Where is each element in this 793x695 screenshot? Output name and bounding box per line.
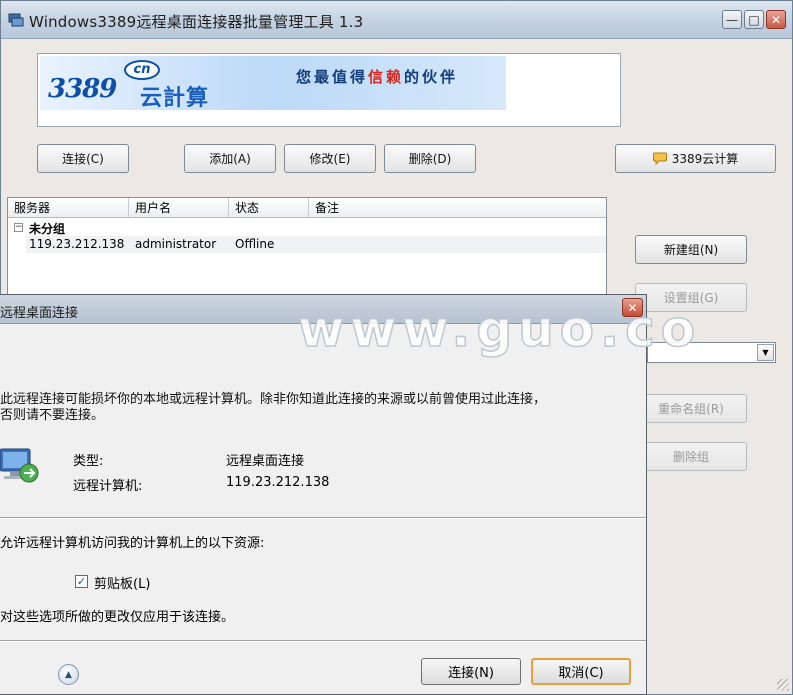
new-group-button[interactable]: 新建组(N) xyxy=(635,235,747,264)
cell-server: 119.23.212.138 xyxy=(29,237,125,251)
type-label: 类型: xyxy=(73,454,104,469)
expand-options-icon[interactable]: ▲ xyxy=(58,664,79,685)
banner-frame: 3389 cn 云計算 您最值得信赖的伙伴 xyxy=(37,53,621,127)
slogan-prefix: 您最值得 xyxy=(296,68,369,86)
add-button[interactable]: 添加(A) xyxy=(184,144,276,173)
chevron-down-icon[interactable]: ▼ xyxy=(757,344,774,361)
warning-message: 此远程连接可能损坏你的本地或远程计算机。除非你知道此连接的来源或以前曾使用过此连… xyxy=(0,392,630,424)
logo-number: 3389 xyxy=(48,74,117,104)
minimize-button[interactable]: — xyxy=(722,10,742,29)
cell-status: Offline xyxy=(235,237,275,251)
list-header: 服务器 用户名 状态 备注 xyxy=(8,198,606,218)
allow-resources-text: 允许远程计算机访问我的计算机上的以下资源: xyxy=(0,536,265,551)
remote-computer-label: 远程计算机: xyxy=(73,479,143,494)
dialog-title: 远程桌面连接 xyxy=(0,306,79,321)
apply-note-text: 对这些选项所做的更改仅应用于该连接。 xyxy=(0,610,235,625)
group-select[interactable]: ▼ xyxy=(647,342,776,363)
group-row[interactable]: − 未分组 xyxy=(8,220,606,236)
set-group-button[interactable]: 设置组(G) xyxy=(635,283,747,312)
rename-group-button[interactable]: 重命名组(R) xyxy=(635,394,747,423)
maximize-button[interactable]: □ xyxy=(744,10,764,29)
dialog-connect-button[interactable]: 连接(N) xyxy=(421,658,521,685)
remote-computer-value: 119.23.212.138 xyxy=(226,475,330,490)
logo-text: 云計算 xyxy=(140,86,210,110)
clipboard-checkbox[interactable]: ✓ xyxy=(75,575,88,588)
cloud-button[interactable]: 3389云计算 xyxy=(615,144,776,173)
banner[interactable]: 3389 cn 云計算 您最值得信赖的伙伴 xyxy=(40,56,506,110)
dialog-cancel-button[interactable]: 取消(C) xyxy=(531,658,631,685)
delete-button[interactable]: 删除(D) xyxy=(384,144,476,173)
server-list[interactable]: 服务器 用户名 状态 备注 − 未分组 119.23.212.138 admin… xyxy=(7,197,607,297)
dialog-title-bar[interactable]: 远程桌面连接 ✕ xyxy=(0,295,646,324)
column-header-server[interactable]: 服务器 xyxy=(8,198,129,218)
warning-line-1: 此远程连接可能损坏你的本地或远程计算机。除非你知道此连接的来源或以前曾使用过此连… xyxy=(0,392,547,407)
group-name: 未分组 xyxy=(29,222,66,236)
table-row[interactable]: 119.23.212.138 administrator Offline xyxy=(26,236,606,253)
column-header-user[interactable]: 用户名 xyxy=(129,198,229,218)
edit-button[interactable]: 修改(E) xyxy=(284,144,376,173)
collapse-icon[interactable]: − xyxy=(14,223,23,232)
chat-bubble-icon xyxy=(652,152,667,165)
column-header-note[interactable]: 备注 xyxy=(309,198,606,218)
slogan-suffix: 的伙伴 xyxy=(404,68,459,86)
dialog-close-icon[interactable]: ✕ xyxy=(622,298,643,317)
window-title: Windows3389远程桌面连接器批量管理工具 1.3 xyxy=(29,13,364,31)
slogan-highlight: 信赖 xyxy=(368,68,405,86)
title-bar[interactable]: Windows3389远程桌面连接器批量管理工具 1.3 — □ ✕ xyxy=(1,1,792,39)
divider xyxy=(0,640,646,642)
type-value: 远程桌面连接 xyxy=(226,454,305,469)
column-header-status[interactable]: 状态 xyxy=(229,198,309,218)
slogan: 您最值得信赖的伙伴 xyxy=(296,66,458,87)
warning-line-2: 否则请不要连接。 xyxy=(0,408,105,423)
delete-group-button[interactable]: 删除组 xyxy=(635,442,747,471)
cell-user: administrator xyxy=(135,237,217,251)
connect-button[interactable]: 连接(C) xyxy=(37,144,129,173)
rdp-warning-dialog: 远程桌面连接 ✕ 此远程连接可能损坏你的本地或远程计算机。除非你知道此连接的来源… xyxy=(0,294,647,695)
divider xyxy=(0,517,646,519)
cloud-button-label: 3389云计算 xyxy=(671,152,739,166)
clipboard-label[interactable]: 剪贴板(L) xyxy=(94,573,150,592)
close-button[interactable]: ✕ xyxy=(766,10,786,29)
remote-computer-icon xyxy=(0,448,39,483)
logo-cn-badge: cn xyxy=(124,60,160,80)
resize-grip[interactable] xyxy=(777,679,789,691)
app-icon xyxy=(8,13,24,27)
